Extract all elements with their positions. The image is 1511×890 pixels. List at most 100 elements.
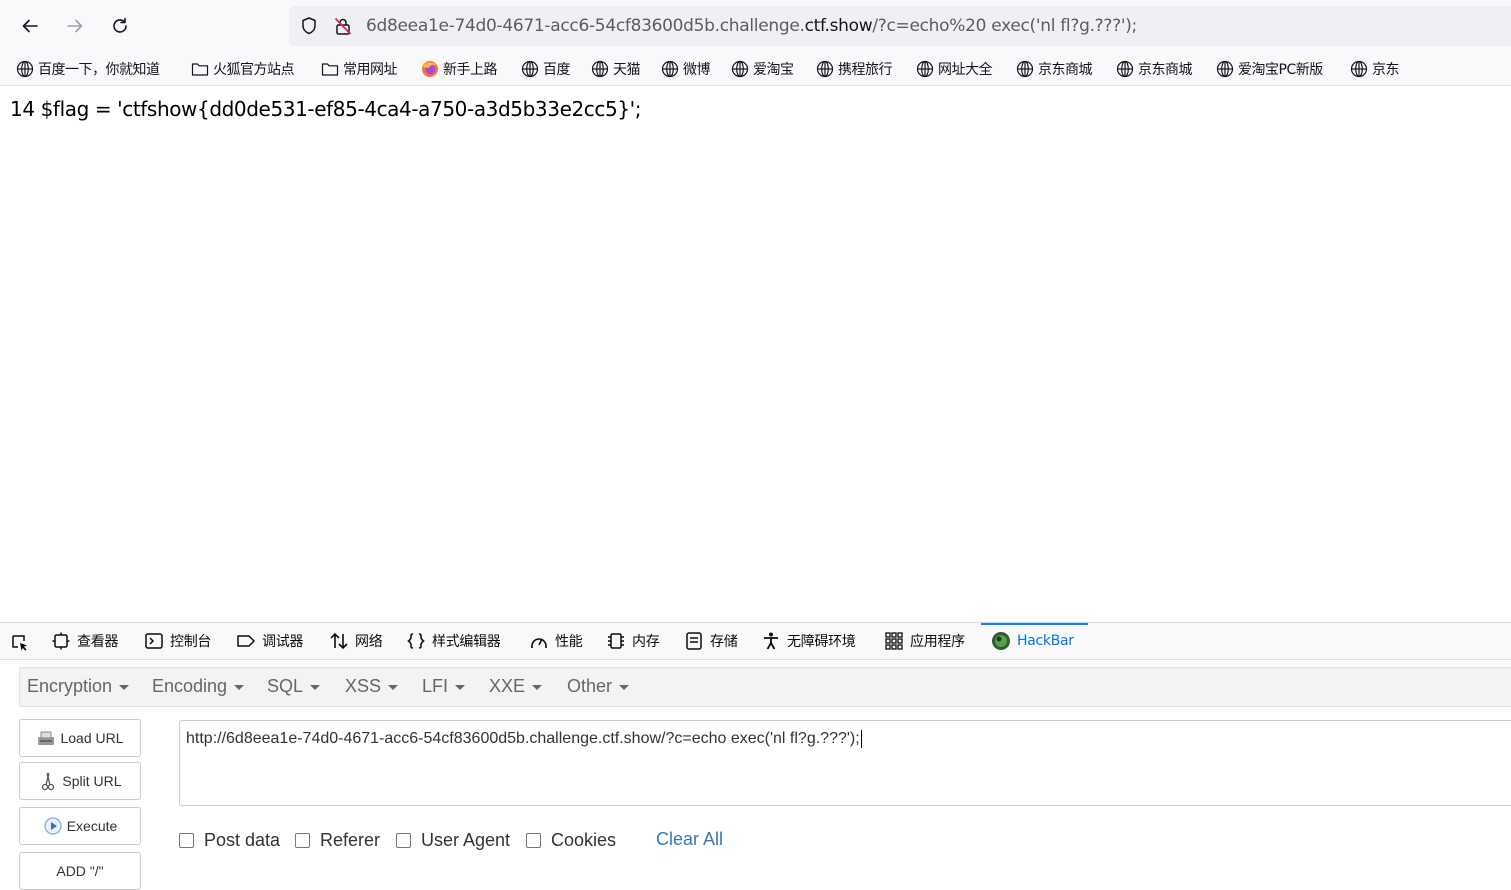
debugger-icon: [237, 635, 255, 647]
storage-icon: [686, 632, 702, 650]
address-bar[interactable]: 6d8eea1e-74d0-4671-acc6-54cf83600d5b.cha…: [289, 6, 1511, 46]
tab-memory[interactable]: 内存: [606, 630, 660, 652]
console-icon: [145, 633, 163, 649]
menu-label: Other: [567, 676, 613, 696]
firefox-icon: [422, 61, 438, 77]
execute-button[interactable]: Execute: [19, 807, 141, 845]
menu-encoding[interactable]: Encoding: [152, 676, 245, 697]
post-data-option[interactable]: Post data: [179, 829, 280, 851]
menu-xxe[interactable]: XXE: [489, 676, 543, 697]
add-slash-button[interactable]: ADD "/": [19, 852, 141, 890]
referer-checkbox[interactable]: [295, 832, 310, 848]
load-url-icon: [38, 731, 55, 745]
menu-xss[interactable]: XSS: [345, 676, 399, 697]
menu-sql[interactable]: SQL: [267, 676, 321, 697]
bookmark-item[interactable]: 京东: [1350, 59, 1400, 79]
navigation-bar: 6d8eea1e-74d0-4671-acc6-54cf83600d5b.cha…: [0, 0, 1511, 52]
caret-down-icon: [619, 685, 630, 690]
bookmark-item[interactable]: 百度: [521, 59, 571, 79]
bookmark-item[interactable]: 天猫: [591, 59, 641, 79]
button-label: ADD "/": [56, 863, 104, 879]
folder-icon: [191, 63, 209, 76]
tab-label: 性能: [555, 634, 583, 650]
tab-console[interactable]: 控制台: [144, 630, 211, 652]
text-cursor: [860, 730, 862, 748]
hackbar-menu: Encryption Encoding SQL XSS LFI XXE Othe…: [19, 667, 1511, 707]
forward-button[interactable]: [59, 10, 91, 42]
play-icon: [44, 817, 62, 835]
menu-encryption[interactable]: Encryption: [27, 676, 130, 697]
bookmark-item[interactable]: 网址大全: [916, 59, 993, 79]
bookmark-item[interactable]: 百度一下，你就知道: [16, 59, 160, 79]
bookmark-label: 京东商城: [1038, 62, 1093, 78]
user-agent-option[interactable]: User Agent: [396, 829, 510, 851]
shield-icon[interactable]: [299, 16, 319, 36]
user-agent-checkbox[interactable]: [396, 832, 411, 848]
bookmark-label: 爱淘宝: [753, 62, 794, 78]
bookmark-item[interactable]: 微博: [661, 59, 711, 79]
load-url-button[interactable]: Load URL: [19, 719, 141, 757]
bookmark-item[interactable]: 京东商城: [1116, 59, 1193, 79]
tab-storage[interactable]: 存储: [684, 630, 738, 652]
split-url-button[interactable]: Split URL: [19, 762, 141, 800]
caret-down-icon: [234, 685, 245, 690]
scissors-icon: [42, 772, 55, 791]
bookmark-folder[interactable]: 火狐官方站点: [191, 59, 295, 79]
menu-label: XSS: [345, 676, 382, 696]
insecure-lock-icon[interactable]: [333, 16, 353, 36]
url-host: ctf.show: [804, 16, 873, 36]
bookmark-label: 京东: [1372, 62, 1400, 78]
bookmark-label: 天猫: [613, 62, 641, 78]
application-icon: [885, 632, 903, 650]
globe-icon: [916, 60, 934, 78]
tab-application[interactable]: 应用程序: [884, 630, 965, 652]
url-textarea[interactable]: http://6d8eea1e-74d0-4671-acc6-54cf83600…: [179, 720, 1511, 806]
tab-debugger[interactable]: 调试器: [236, 630, 303, 652]
tab-style-editor[interactable]: 样式编辑器: [406, 630, 501, 652]
tab-performance[interactable]: 性能: [529, 630, 583, 652]
clear-all-link[interactable]: Clear All: [656, 829, 723, 850]
tab-label: 无障碍环境: [787, 634, 856, 650]
globe-icon: [1350, 60, 1368, 78]
tab-accessibility[interactable]: 无障碍环境: [761, 630, 856, 652]
globe-icon: [1216, 60, 1234, 78]
url-textarea-value: http://6d8eea1e-74d0-4671-acc6-54cf83600…: [186, 730, 860, 748]
bookmark-item[interactable]: 爱淘宝PC新版: [1216, 59, 1323, 79]
tab-label: 网络: [355, 634, 383, 650]
devtools-tab-bar: 查看器 控制台 调试器 网络 样式编辑器 性能 内存 存储 无障碍环境 应用程序…: [0, 623, 1511, 660]
accessibility-icon: [764, 632, 778, 650]
post-data-checkbox[interactable]: [179, 832, 194, 848]
option-label: Referer: [320, 829, 381, 850]
menu-other[interactable]: Other: [567, 676, 630, 697]
tab-label: 调试器: [262, 634, 304, 650]
option-label: User Agent: [421, 829, 511, 850]
folder-icon: [321, 63, 339, 76]
cookies-option[interactable]: Cookies: [526, 829, 616, 851]
bookmark-label: 网址大全: [938, 62, 993, 78]
tab-network[interactable]: 网络: [329, 630, 383, 652]
url-text[interactable]: 6d8eea1e-74d0-4671-acc6-54cf83600d5b.cha…: [366, 16, 1137, 36]
bookmark-item[interactable]: 携程旅行: [816, 59, 893, 79]
tab-label: 样式编辑器: [432, 634, 501, 650]
tab-label: 控制台: [170, 634, 212, 650]
menu-label: XXE: [489, 676, 526, 696]
bookmark-folder[interactable]: 常用网址: [321, 59, 398, 79]
cookies-checkbox[interactable]: [526, 832, 541, 848]
globe-icon: [1016, 60, 1034, 78]
tab-inspector[interactable]: 查看器: [51, 630, 118, 652]
caret-down-icon: [455, 685, 466, 690]
element-picker-icon[interactable]: [10, 633, 30, 653]
bookmark-item[interactable]: 新手上路: [421, 59, 498, 79]
reload-button[interactable]: [104, 10, 136, 42]
referer-option[interactable]: Referer: [295, 829, 380, 851]
bookmark-item[interactable]: 爱淘宝: [731, 59, 794, 79]
bookmark-item[interactable]: 京东商城: [1016, 59, 1093, 79]
menu-lfi[interactable]: LFI: [422, 676, 466, 697]
tab-hackbar[interactable]: HackBar: [991, 630, 1074, 652]
bookmarks-toolbar: 百度一下，你就知道 火狐官方站点 常用网址 新手上路 百度 天猫 微博 爱淘宝 …: [0, 52, 1511, 86]
network-icon: [330, 632, 348, 650]
menu-label: SQL: [267, 676, 304, 696]
back-button[interactable]: [14, 10, 46, 42]
caret-down-icon: [119, 685, 130, 690]
tab-label: HackBar: [1017, 633, 1074, 649]
